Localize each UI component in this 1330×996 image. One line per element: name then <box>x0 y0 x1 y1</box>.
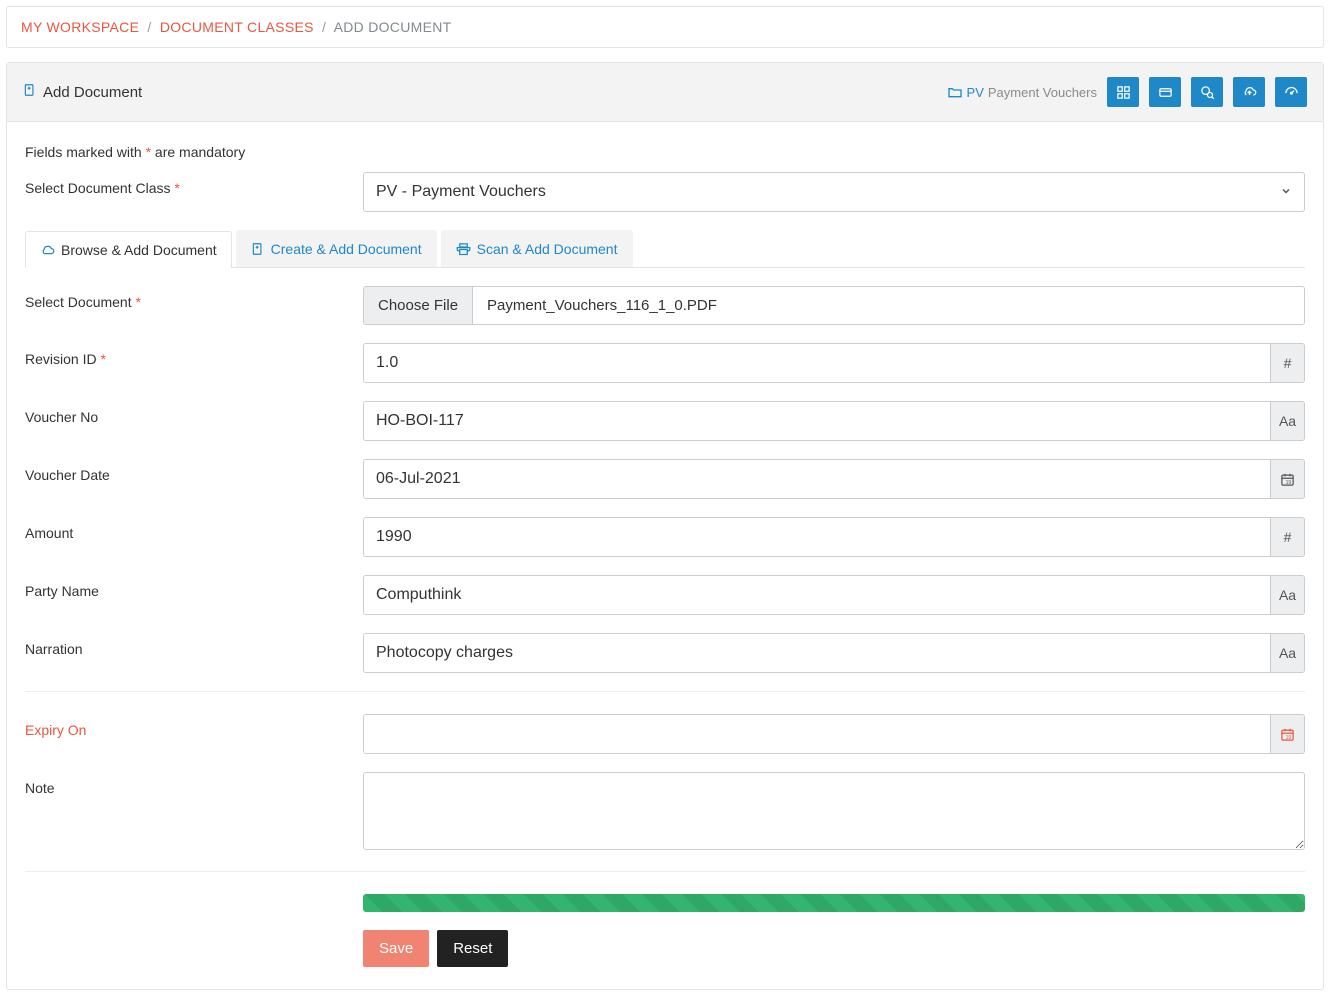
label-party-name: Party Name <box>25 575 353 599</box>
label-voucher-no: Voucher No <box>25 401 353 425</box>
mandatory-hint: Fields marked with * are mandatory <box>25 144 1305 160</box>
tab-browse[interactable]: Browse & Add Document <box>25 231 232 268</box>
voucher-date-input[interactable] <box>364 460 1270 498</box>
tab-create-label: Create & Add Document <box>271 241 422 257</box>
select-doc-class-value: PV - Payment Vouchers <box>376 183 546 201</box>
label-amount: Amount <box>25 517 353 541</box>
calendar-icon[interactable]: 19 <box>1270 715 1304 753</box>
label-voucher-date: Voucher Date <box>25 459 353 483</box>
breadcrumb-sep: / <box>322 19 326 35</box>
grid-icon[interactable] <box>1107 77 1139 107</box>
panel-header: Add Document PV Payment Vouchers <box>7 63 1323 122</box>
tab-browse-label: Browse & Add Document <box>61 242 217 258</box>
amount-input[interactable] <box>364 518 1270 556</box>
chevron-down-icon <box>1280 185 1292 200</box>
form-actions: Save Reset <box>363 930 1305 967</box>
add-document-panel: Add Document PV Payment Vouchers <box>6 62 1324 990</box>
upload-progress-bar <box>363 894 1305 912</box>
label-doc-class: Select Document Class * <box>25 172 353 196</box>
choose-file-button[interactable]: Choose File <box>364 287 473 324</box>
text-type-icon: Aa <box>1270 634 1304 672</box>
breadcrumb: MY WORKSPACE / DOCUMENT CLASSES / ADD DO… <box>6 6 1324 48</box>
divider <box>25 871 1305 872</box>
text-type-icon: Aa <box>1270 576 1304 614</box>
svg-text:19: 19 <box>1286 479 1292 485</box>
file-picker: Choose File Payment_Vouchers_116_1_0.PDF <box>363 286 1305 325</box>
narration-input[interactable] <box>364 634 1270 672</box>
cloud-icon <box>40 243 55 258</box>
reset-button[interactable]: Reset <box>437 930 508 967</box>
label-select-document: Select Document * <box>25 286 353 310</box>
label-note: Note <box>25 772 353 796</box>
page-title: Add Document <box>23 83 142 101</box>
hint-suffix: are mandatory <box>151 144 245 160</box>
folder-label: PV Payment Vouchers <box>947 84 1097 100</box>
tab-scan[interactable]: Scan & Add Document <box>441 230 633 267</box>
chosen-filename: Payment_Vouchers_116_1_0.PDF <box>473 287 1304 324</box>
add-document-icon <box>251 242 265 256</box>
row-select-document: Select Document * Choose File Payment_Vo… <box>25 286 1305 325</box>
save-button[interactable]: Save <box>363 930 429 967</box>
label-narration: Narration <box>25 633 353 657</box>
row-amount: Amount # <box>25 517 1305 557</box>
breadcrumb-current: ADD DOCUMENT <box>334 19 452 35</box>
tab-scan-label: Scan & Add Document <box>477 241 618 257</box>
row-note: Note <box>25 772 1305 853</box>
panel-toolbar: PV Payment Vouchers <box>947 77 1307 107</box>
tabs: Browse & Add Document Create & Add Docum… <box>25 230 1305 268</box>
folder-icon <box>947 84 963 100</box>
row-voucher-no: Voucher No Aa <box>25 401 1305 441</box>
panel-body: Fields marked with * are mandatory Selec… <box>7 122 1323 989</box>
divider <box>25 691 1305 692</box>
page-title-text: Add Document <box>43 84 142 101</box>
breadcrumb-workspace[interactable]: MY WORKSPACE <box>21 19 139 35</box>
card-icon[interactable] <box>1149 77 1181 107</box>
add-document-icon <box>23 83 37 101</box>
note-textarea[interactable] <box>363 772 1305 850</box>
tab-create[interactable]: Create & Add Document <box>236 230 437 267</box>
row-revision-id: Revision ID * # <box>25 343 1305 383</box>
label-revision-id: Revision ID * <box>25 343 353 367</box>
expiry-on-input[interactable] <box>364 715 1270 753</box>
breadcrumb-sep: / <box>147 19 151 35</box>
voucher-no-input[interactable] <box>364 402 1270 440</box>
label-expiry-on: Expiry On <box>25 714 353 738</box>
row-narration: Narration Aa <box>25 633 1305 673</box>
number-type-icon: # <box>1270 344 1304 382</box>
row-voucher-date: Voucher Date 19 <box>25 459 1305 499</box>
folder-name: Payment Vouchers <box>988 85 1097 100</box>
row-progress: Save Reset <box>25 894 1305 967</box>
breadcrumb-doc-classes[interactable]: DOCUMENT CLASSES <box>160 19 314 35</box>
text-type-icon: Aa <box>1270 402 1304 440</box>
select-doc-class[interactable]: PV - Payment Vouchers <box>363 172 1305 212</box>
printer-icon <box>456 242 471 257</box>
party-name-input[interactable] <box>364 576 1270 614</box>
svg-text:19: 19 <box>1286 734 1292 740</box>
calendar-icon[interactable]: 19 <box>1270 460 1304 498</box>
revision-id-input[interactable] <box>364 344 1270 382</box>
folder-code: PV <box>967 85 984 100</box>
hint-prefix: Fields marked with <box>25 144 146 160</box>
row-doc-class: Select Document Class * PV - Payment Vou… <box>25 172 1305 212</box>
row-party-name: Party Name Aa <box>25 575 1305 615</box>
number-type-icon: # <box>1270 518 1304 556</box>
cloud-upload-icon[interactable] <box>1233 77 1265 107</box>
search-icon[interactable] <box>1191 77 1223 107</box>
row-expiry-on: Expiry On 19 <box>25 714 1305 754</box>
dashboard-icon[interactable] <box>1275 77 1307 107</box>
